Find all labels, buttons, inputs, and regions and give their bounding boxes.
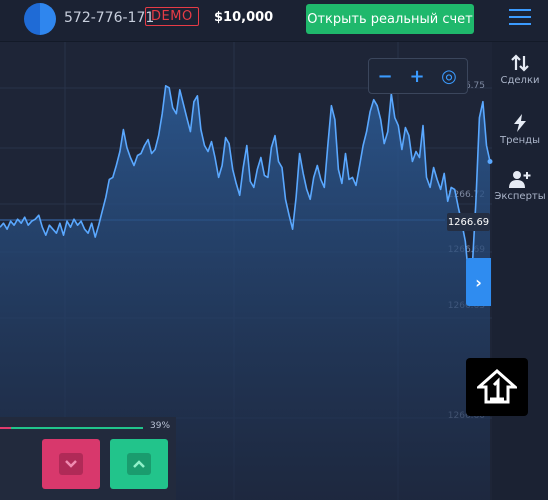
open-real-account-button[interactable]: Открыть реальный счет xyxy=(306,4,474,34)
current-price-tag: 1266.69 xyxy=(447,213,490,231)
hamburger-menu-icon[interactable] xyxy=(509,9,531,27)
promo-badge[interactable] xyxy=(466,358,528,416)
zoom-out-button[interactable]: − xyxy=(369,59,401,93)
sentiment-percent: 39% xyxy=(150,421,171,431)
chevron-right-icon: › xyxy=(475,272,482,292)
arrows-updown-icon xyxy=(511,54,529,72)
chevron-down-icon xyxy=(59,453,83,475)
avatar[interactable] xyxy=(24,3,56,35)
right-sidebar: Сделки Тренды Эксперты xyxy=(492,42,548,242)
sidebar-item-trades[interactable]: Сделки xyxy=(492,54,548,86)
buy-up-button[interactable] xyxy=(110,439,168,489)
lightning-icon xyxy=(514,114,526,132)
sidebar-item-experts[interactable]: Эксперты xyxy=(492,170,548,202)
zoom-in-button[interactable]: + xyxy=(401,59,433,93)
recenter-target-icon[interactable]: ◎ xyxy=(433,59,465,93)
demo-badge[interactable]: DEMO xyxy=(145,7,199,26)
sell-down-button[interactable] xyxy=(42,439,100,489)
sidebar-label-trends: Тренды xyxy=(500,135,540,146)
house-number-one-icon xyxy=(477,369,517,404)
sidebar-label-experts: Эксперты xyxy=(494,191,546,202)
chevron-up-icon xyxy=(127,453,151,475)
top-bar: 572-776-171 DEMO $10,000 Открыть реальны… xyxy=(0,0,548,42)
sentiment-bar-down xyxy=(0,427,12,429)
trade-panel: 39% xyxy=(0,417,176,500)
balance[interactable]: $10,000 xyxy=(214,10,273,25)
zoom-controls: − + ◎ xyxy=(368,58,468,94)
account-id: 572-776-171 xyxy=(64,10,155,26)
sentiment-bar-up xyxy=(11,427,143,429)
expand-panel-button[interactable]: › xyxy=(466,258,491,306)
sidebar-label-trades: Сделки xyxy=(500,75,540,86)
sidebar-item-trends[interactable]: Тренды xyxy=(492,114,548,146)
user-plus-icon xyxy=(509,171,531,188)
